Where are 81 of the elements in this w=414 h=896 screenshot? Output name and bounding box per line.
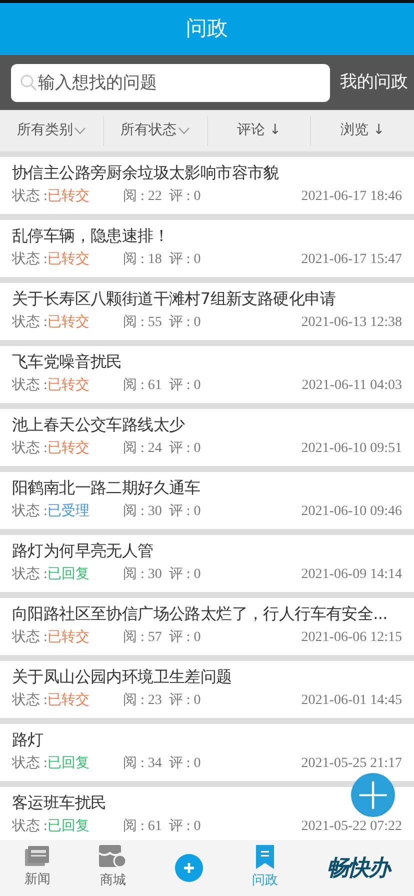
status-label: 状态 : bbox=[12, 441, 48, 456]
post-time: 2021-06-17 15:47 bbox=[301, 251, 402, 269]
status-text: 已转交 bbox=[47, 252, 90, 267]
question-title: 路灯 bbox=[12, 729, 44, 751]
post-time: 2021-06-17 18:46 bbox=[301, 188, 402, 206]
question-item[interactable]: 协信主公路旁厨余垃圾太影响市容市貌 状态 :已转交 阅 : 22 评 : 0 2021-06-17 18:46 bbox=[0, 157, 414, 214]
post-time: 2021-06-06 12:15 bbox=[301, 629, 402, 647]
question-item[interactable]: 路灯为何早亮无人管 状态 :已回复 阅 : 30 评 : 0 2021-06-09 14:14 bbox=[0, 535, 414, 592]
status-text: 已回复 bbox=[47, 756, 90, 771]
filter-dropdown[interactable]: 所有状态 bbox=[120, 120, 190, 141]
post-time: 2021-06-10 09:51 bbox=[301, 440, 402, 458]
status-label: 状态 : bbox=[12, 630, 48, 645]
status-label: 状态 : bbox=[12, 378, 48, 393]
view-comment-count: 阅 : 30 评 : 0 bbox=[123, 566, 201, 584]
newspaper-icon bbox=[25, 846, 50, 868]
my-questions-button[interactable]: 我的问政 bbox=[340, 70, 408, 96]
view-comment-count: 阅 : 57 评 : 0 bbox=[123, 629, 201, 647]
question-title: 客运班车扰民 bbox=[12, 792, 106, 814]
add-icon bbox=[175, 854, 204, 882]
question-item[interactable]: 关于凤山公园内环境卫生差问题 状态 :已转交 阅 : 23 评 : 0 2021-06-01 14:45 bbox=[0, 661, 414, 718]
view-comment-count: 阅 : 34 评 : 0 bbox=[123, 755, 201, 773]
status-text: 已转交 bbox=[47, 630, 90, 645]
page-title: 问政 bbox=[186, 15, 228, 42]
question-item[interactable]: 阳鹤南北一路二期好久通车 状态 :已受理 阅 : 30 评 : 0 2021-06-10 09:46 bbox=[0, 472, 414, 529]
question-title: 飞车党噪音扰民 bbox=[12, 351, 122, 373]
question-title: 关于凤山公园内环境卫生差问题 bbox=[12, 666, 232, 688]
bookmark-icon bbox=[256, 845, 274, 870]
question-title: 关于长寿区八颗街道干滩村7组新支路硬化申请 bbox=[12, 288, 336, 310]
status-label: 状态 : bbox=[12, 756, 48, 771]
question-item[interactable]: 向阳路社区至协信广场公路太烂了，行人行车有安全... 状态 :已转交 阅 : 57 评 : 0 2021-06-06 12:15 bbox=[0, 598, 414, 655]
question-item[interactable]: 乱停车辆，隐患速排！ 状态 :已转交 阅 : 18 评 : 0 2021-06-17 15:47 bbox=[0, 220, 414, 277]
nav-tab[interactable]: 商城 bbox=[74, 845, 152, 891]
shop-icon bbox=[98, 845, 127, 870]
post-time: 2021-05-25 21:17 bbox=[301, 755, 402, 773]
status-text: 已转交 bbox=[47, 378, 90, 393]
question-title: 向阳路社区至协信广场公路太烂了，行人行车有安全... bbox=[12, 603, 388, 625]
view-comment-count: 阅 : 55 评 : 0 bbox=[123, 314, 201, 332]
status-label: 状态 : bbox=[12, 252, 48, 267]
chevron-down-icon bbox=[74, 126, 86, 134]
status-text: 已转交 bbox=[47, 441, 90, 456]
filter-dropdown[interactable]: 所有类别 bbox=[16, 120, 86, 141]
view-comment-count: 阅 : 23 评 : 0 bbox=[123, 692, 201, 710]
sort-button[interactable]: 浏览 ↓ bbox=[340, 120, 385, 141]
post-time: 2021-06-10 09:46 bbox=[301, 503, 402, 521]
status-label: 状态 : bbox=[12, 189, 48, 204]
status-label: 状态 : bbox=[12, 819, 48, 834]
app-logo[interactable]: 畅快办 bbox=[302, 852, 414, 884]
status-label: 状态 : bbox=[12, 315, 48, 330]
status-text: 已回复 bbox=[47, 819, 90, 834]
post-time: 2021-06-13 12:38 bbox=[301, 314, 402, 332]
question-title: 乱停车辆，隐患速排！ bbox=[12, 225, 170, 247]
status-text: 已转交 bbox=[47, 315, 90, 330]
view-comment-count: 阅 : 22 评 : 0 bbox=[123, 188, 201, 206]
status-label: 状态 : bbox=[12, 693, 48, 708]
question-title: 路灯为何早亮无人管 bbox=[12, 540, 154, 562]
post-time: 2021-06-01 14:45 bbox=[301, 692, 402, 710]
status-text: 已回复 bbox=[47, 567, 90, 582]
post-time: 2021-05-22 07:22 bbox=[301, 818, 402, 836]
view-comment-count: 阅 : 30 评 : 0 bbox=[123, 503, 201, 521]
search-field[interactable]: 输入想找的问题 bbox=[11, 64, 330, 102]
status-label: 状态 : bbox=[12, 504, 48, 519]
view-comment-count: 阅 : 61 评 : 0 bbox=[123, 377, 201, 395]
post-time: 2021-06-11 04:03 bbox=[302, 377, 402, 395]
status-text: 已转交 bbox=[47, 189, 90, 204]
chevron-down-icon bbox=[178, 126, 190, 134]
question-title: 阳鹤南北一路二期好久通车 bbox=[12, 477, 200, 499]
question-title: 协信主公路旁厨余垃圾太影响市容市貌 bbox=[12, 162, 279, 184]
status-text: 已转交 bbox=[47, 693, 90, 708]
status-text: 已受理 bbox=[47, 504, 90, 519]
question-title: 池上春天公交车路线太少 bbox=[12, 414, 185, 436]
question-item[interactable]: 池上春天公交车路线太少 状态 :已转交 阅 : 24 评 : 0 2021-06-10 09:51 bbox=[0, 409, 414, 466]
post-time: 2021-06-09 14:14 bbox=[301, 566, 402, 584]
nav-tab[interactable]: 新闻 bbox=[0, 846, 75, 890]
view-comment-count: 阅 : 61 评 : 0 bbox=[123, 818, 201, 836]
view-comment-count: 阅 : 18 评 : 0 bbox=[123, 251, 201, 269]
sort-button[interactable]: 评论 ↓ bbox=[236, 120, 281, 141]
view-comment-count: 阅 : 24 评 : 0 bbox=[123, 440, 201, 458]
status-label: 状态 : bbox=[12, 567, 48, 582]
question-item[interactable]: 路灯 状态 :已回复 阅 : 34 评 : 0 2021-05-25 21:17 bbox=[0, 724, 414, 781]
question-item[interactable]: 关于长寿区八颗街道干滩村7组新支路硬化申请 状态 :已转交 阅 : 55 评 : 0 2021-06-13 12:38 bbox=[0, 283, 414, 340]
question-item[interactable]: 飞车党噪音扰民 状态 :已转交 阅 : 61 评 : 0 2021-06-11 04:03 bbox=[0, 346, 414, 403]
